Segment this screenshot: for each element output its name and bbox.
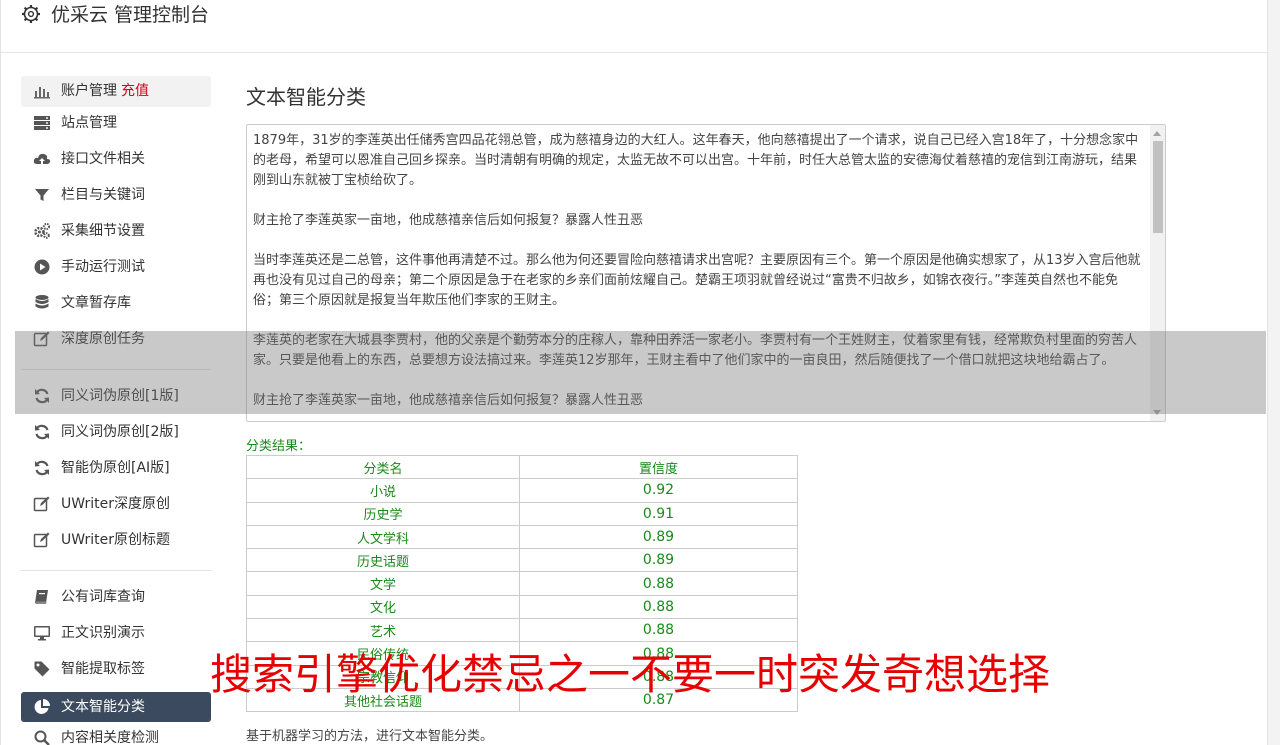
category-name: 历史学 [246, 501, 520, 526]
edit-icon [33, 496, 50, 512]
table-row: 小说 0.92 [246, 478, 798, 503]
text-paragraph: 1879年，31岁的李莲英出任储秀宫四品花翎总管，成为慈禧身边的大红人。这年春天… [253, 133, 1139, 188]
sidebar-item-interface-files[interactable]: 接口文件相关 [21, 143, 211, 179]
gear-icon [22, 5, 40, 23]
play-circle-icon [34, 259, 50, 275]
confidence-value: 0.91 [519, 501, 798, 526]
table-row: 历史话题 0.89 [246, 548, 798, 573]
sidebar-item-label: 智能提取标签 [61, 661, 145, 677]
result-label: 分类结果： [246, 439, 312, 454]
sidebar-item-uwriter-title[interactable]: UWriter原创标题 [21, 524, 211, 560]
pie-chart-icon [34, 699, 50, 714]
sidebar-item-label: 栏目与关键词 [61, 187, 145, 203]
gray-overlay-band [15, 331, 1266, 414]
sidebar-item-label: 采集细节设置 [61, 223, 145, 239]
sidebar-divider [21, 570, 211, 571]
sidebar-item-uwriter-deep[interactable]: UWriter深度原创 [21, 488, 211, 524]
column-header: 分类名 [246, 454, 520, 480]
sidebar-item-ai-rewrite[interactable]: 智能伪原创[AI版] [21, 452, 211, 488]
sidebar-item-synonym-v2[interactable]: 同义词伪原创[2版] [21, 416, 211, 452]
scroll-thumb[interactable] [1153, 141, 1163, 233]
table-row: 历史学 0.91 [246, 501, 798, 526]
overlay-caption: 搜索引擎优化禁忌之一不要一时突发奇想选择 [210, 650, 1051, 699]
sidebar-item-label: 公有词库查询 [61, 589, 145, 605]
recharge-link[interactable]: 充值 [121, 83, 149, 99]
column-header: 置信度 [519, 454, 798, 480]
sidebar-item-collect-settings[interactable]: 采集细节设置 [21, 215, 211, 251]
text-paragraph: 财主抢了李莲英家一亩地，他成慈禧亲信后如何报复？暴露人性丑恶 [253, 213, 644, 228]
sidebar-item-article-storage[interactable]: 文章暂存库 [21, 287, 211, 323]
main-content: 文本智能分类 1879年，31岁的李莲英出任储秀宫四品花翎总管，成为慈禧身边的大… [246, 84, 1166, 744]
sidebar-item-label: 接口文件相关 [61, 151, 145, 167]
sidebar-item-account[interactable]: 账户管理 充值 [21, 76, 211, 107]
edit-icon [33, 532, 50, 548]
sidebar-item-columns-keywords[interactable]: 栏目与关键词 [21, 179, 211, 215]
sidebar-item-label: 同义词伪原创[2版] [61, 424, 179, 440]
sidebar-item-relevance-check[interactable]: 内容相关度检测 [21, 722, 211, 745]
sidebar-item-text-recognition[interactable]: 正文识别演示 [21, 617, 211, 653]
refresh-icon [35, 460, 49, 476]
category-name: 历史话题 [246, 548, 520, 573]
sidebar-item-label: 文章暂存库 [61, 295, 131, 311]
sidebar-item-label: 内容相关度检测 [61, 730, 159, 745]
sidebar-item-label: 手动运行测试 [61, 259, 145, 275]
table-row: 艺术 0.88 [246, 618, 798, 643]
confidence-value: 0.89 [519, 524, 798, 550]
sidebar-item-label: 文本智能分类 [61, 699, 145, 715]
text-paragraph: 当时李莲英还是二总管，这件事他再清楚不过。那么他为何还要冒险向慈禧请求出宫呢？主… [253, 253, 1141, 308]
console-title: 优采云 管理控制台 [51, 4, 210, 26]
confidence-value: 0.88 [519, 594, 798, 620]
table-row: 文学 0.88 [246, 571, 798, 596]
confidence-value: 0.92 [519, 478, 798, 503]
category-name: 艺术 [246, 618, 520, 643]
sidebar-item-manual-run[interactable]: 手动运行测试 [21, 251, 211, 287]
filter-icon [35, 189, 49, 201]
confidence-value: 0.89 [519, 548, 798, 573]
scroll-up-arrow-icon[interactable] [1153, 131, 1161, 136]
sidebar-item-label: 正文识别演示 [61, 625, 145, 641]
page-title: 文本智能分类 [246, 85, 366, 109]
refresh-icon [35, 424, 49, 440]
category-name: 文化 [246, 594, 520, 620]
confidence-value: 0.88 [519, 571, 798, 596]
search-icon [34, 730, 50, 745]
sidebar-item-label: 站点管理 [61, 115, 117, 131]
sidebar-item-extract-tags[interactable]: 智能提取标签 [21, 653, 211, 689]
sidebar-item-text-classification[interactable]: 文本智能分类 [21, 692, 211, 722]
table-row: 人文学科 0.89 [246, 524, 798, 550]
cloud-upload-icon [33, 153, 51, 164]
sidebar-item-site[interactable]: 站点管理 [21, 107, 211, 143]
sidebar-item-label: 账户管理 [61, 83, 117, 99]
gears-icon [34, 222, 51, 239]
category-name: 小说 [246, 478, 520, 503]
sidebar-item-public-thesaurus[interactable]: 公有词库查询 [21, 581, 211, 617]
top-header: 优采云 管理控制台 [1, 0, 1269, 53]
sidebar-item-label: UWriter原创标题 [61, 532, 170, 548]
table-header-row: 分类名 置信度 [246, 454, 798, 480]
tag-icon [34, 661, 50, 677]
bar-chart-icon [34, 87, 50, 99]
method-note: 基于机器学习的方法，进行文本智能分类。 [246, 729, 494, 744]
book-icon [35, 590, 48, 604]
category-name: 人文学科 [246, 524, 520, 550]
sidebar-item-label: UWriter深度原创 [61, 496, 170, 512]
category-name: 文学 [246, 571, 520, 596]
database-icon [35, 295, 49, 309]
sidebar-item-label: 智能伪原创[AI版] [61, 460, 170, 476]
table-row: 文化 0.88 [246, 594, 798, 620]
desktop-icon [34, 626, 50, 641]
confidence-value: 0.88 [519, 618, 798, 643]
server-icon [34, 116, 50, 130]
